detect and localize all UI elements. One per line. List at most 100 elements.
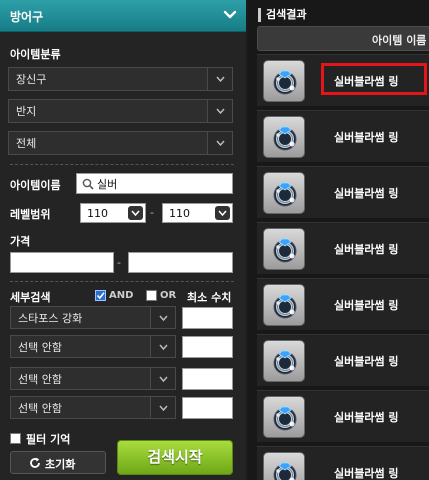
item-name-column-header[interactable]: 아이템 이름 [257,26,429,51]
result-item-name[interactable]: 실버블라썸 링 [334,297,399,313]
and-checkbox[interactable] [95,290,106,301]
detail-min-value-input-2[interactable] [182,336,233,358]
level-max-select[interactable]: 110 [162,203,233,223]
dropdown-value: 스타포스 강화 [18,311,83,325]
result-item-name[interactable]: 실버블라썸 링 [334,409,399,425]
level-min-arrow[interactable] [128,206,143,220]
filter-memory-checkbox[interactable] [10,433,21,444]
title-accent-bar [258,8,261,22]
item-thumbnail[interactable] [263,60,305,102]
item-name-input[interactable] [97,174,231,193]
result-item-name[interactable]: 실버블라썸 링 [334,241,399,257]
refresh-icon [30,457,40,468]
detail-min-value-input-4[interactable] [182,397,233,419]
result-row[interactable]: 실버블라썸 링 [257,54,429,106]
result-item-name[interactable]: 실버블라썸 링 [334,185,399,201]
filter-panel: 방어구 아이템분류 장신구 반지 전체 아이템이름 레벨범위 110 [0,0,246,480]
level-separator: - [150,206,154,219]
detail-option-dropdown-4[interactable]: 선택 안함 [10,396,176,419]
item-thumbnail[interactable] [263,172,305,214]
result-row[interactable]: 실버블라썸 링 [257,390,429,442]
result-item-name[interactable]: 실버블라썸 링 [334,465,399,480]
price-separator: - [117,256,121,269]
ring-icon [273,238,297,263]
category-dropdown-3[interactable]: 전체 [8,131,233,155]
level-max-arrow[interactable] [215,206,230,220]
results-panel: 검색결과 아이템 이름 실버블라썸 링 실버블라썸 링 실버블라썸 링 실버블라썸 링… [248,0,429,480]
item-thumbnail[interactable] [263,396,305,438]
detail-option-dropdown-2[interactable]: 선택 안함 [10,335,176,358]
item-thumbnail[interactable] [263,116,305,158]
item-thumbnail[interactable] [263,340,305,382]
section-divider [10,164,234,165]
dropdown-arrow[interactable] [150,397,175,418]
result-row[interactable]: 실버블라썸 링 [257,446,429,480]
chevron-down-icon [159,376,168,382]
chevron-down-icon [131,210,140,216]
dropdown-arrow[interactable] [150,368,175,389]
dropdown-arrow[interactable] [150,336,175,357]
level-min-select[interactable]: 110 [80,203,146,223]
result-row[interactable]: 실버블라썸 링 [257,166,429,218]
reset-button-label: 초기화 [45,458,76,471]
item-name-label: 아이템이름 [10,179,61,192]
detail-option-dropdown-1[interactable]: 스타포스 강화 [10,306,176,329]
result-row[interactable]: 실버블라썸 링 [257,334,429,386]
detail-min-value-input-1[interactable] [182,307,233,329]
filter-memory-label: 필터 기억 [26,433,71,446]
chevron-down-icon [216,76,225,83]
reset-button[interactable]: 초기화 [10,451,106,474]
ring-icon [273,70,297,95]
item-name-field[interactable] [76,173,233,194]
dropdown-arrow[interactable] [150,307,175,328]
dropdown-value: 선택 안함 [18,372,62,386]
ring-icon [273,126,297,151]
ring-icon [273,350,297,375]
dropdown-value: 장신구 [16,73,47,86]
category-dropdown-1[interactable]: 장신구 [8,67,233,91]
item-thumbnail[interactable] [263,452,305,480]
item-thumbnail[interactable] [263,284,305,326]
detail-option-dropdown-3[interactable]: 선택 안함 [10,367,176,390]
results-title: 검색결과 [266,8,307,21]
dropdown-arrow[interactable] [207,100,232,122]
and-label: AND [109,290,134,301]
price-min-input[interactable] [10,252,114,273]
highlight-box [321,63,427,95]
result-row[interactable]: 실버블라썸 링 [257,110,429,162]
min-value-label: 최소 수치 [187,291,232,304]
filter-panel-header[interactable]: 방어구 [0,0,246,32]
dropdown-value: 선택 안함 [18,401,62,415]
dropdown-arrow[interactable] [207,68,232,90]
chevron-down-icon [159,315,168,321]
level-range-label: 레벨범위 [10,208,51,221]
chevron-down-icon [216,140,225,147]
chevron-down-icon [216,108,225,115]
check-icon [96,292,105,300]
filter-panel-title: 방어구 [10,10,44,24]
item-thumbnail[interactable] [263,228,305,270]
detail-search-label: 세부검색 [10,291,51,304]
result-row[interactable]: 실버블라썸 링 [257,222,429,274]
or-label: OR [160,290,177,301]
result-row[interactable]: 실버블라썸 링 [257,278,429,330]
result-item-name[interactable]: 실버블라썸 링 [334,353,399,369]
dropdown-arrow[interactable] [207,132,232,154]
ring-icon [273,462,297,480]
chevron-down-icon[interactable] [222,7,238,23]
level-min-value: 110 [87,207,108,220]
ring-icon [273,406,297,431]
category-dropdown-2[interactable]: 반지 [8,99,233,123]
column-header-label: 아이템 이름 [372,34,427,47]
result-item-name[interactable]: 실버블라썸 링 [334,129,399,145]
or-checkbox[interactable] [146,290,157,301]
ring-icon [273,182,297,207]
ring-icon [273,294,297,319]
level-max-value: 110 [169,207,190,220]
price-max-input[interactable] [128,252,233,273]
search-start-button[interactable]: 검색시작 [117,440,233,475]
dropdown-value: 전체 [16,137,37,150]
detail-min-value-input-3[interactable] [182,368,233,390]
dropdown-value: 반지 [16,105,37,118]
chevron-down-icon [159,405,168,411]
